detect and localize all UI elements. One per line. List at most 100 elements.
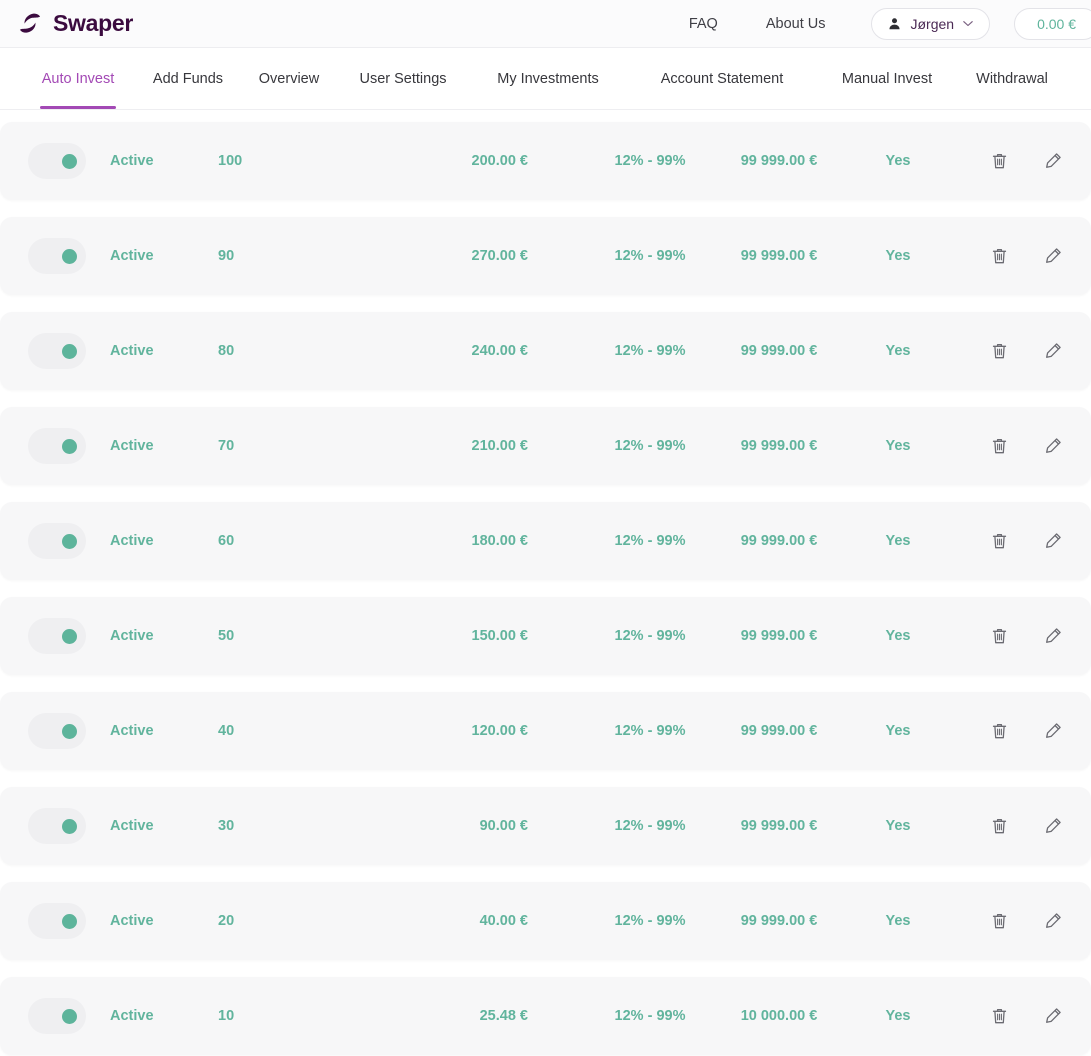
tab-account-statement[interactable]: Account Statement	[638, 48, 806, 109]
pencil-icon[interactable]	[1042, 625, 1064, 647]
portfolio-number: 80	[218, 343, 235, 359]
reinvest-value: Yes	[885, 913, 911, 929]
user-menu-button[interactable]: Jørgen	[871, 7, 991, 40]
trash-icon[interactable]	[988, 625, 1010, 647]
pencil-icon[interactable]	[1042, 815, 1064, 837]
pencil-icon[interactable]	[1042, 150, 1064, 172]
toggle-knob	[62, 1008, 77, 1024]
portfolio-number: 40	[218, 723, 235, 739]
portfolio-number: 30	[218, 818, 235, 834]
portfolio-number: 70	[218, 438, 235, 454]
nav-link-faq[interactable]: FAQ	[665, 16, 742, 32]
tab-label: Add Funds	[152, 70, 224, 87]
pencil-icon[interactable]	[1042, 910, 1064, 932]
invested-amount: 120.00 €	[471, 723, 528, 739]
trash-icon[interactable]	[988, 340, 1010, 362]
reinvest-value: Yes	[885, 723, 911, 739]
invested-amount: 270.00 €	[471, 248, 528, 264]
trash-icon[interactable]	[988, 245, 1010, 267]
active-toggle[interactable]	[28, 428, 86, 464]
invested-amount: 25.48 €	[479, 1008, 528, 1024]
row-toggle-cell	[28, 407, 86, 485]
brand-name: Swaper	[53, 10, 134, 36]
trash-icon[interactable]	[988, 910, 1010, 932]
status-label: Active	[110, 1008, 154, 1024]
invested-amount: 240.00 €	[471, 343, 528, 359]
table-row: Active 90 270.00 € 12% - 99% 99 999.00 € Yes	[0, 217, 1091, 295]
tab-add-funds[interactable]: Add Funds	[136, 48, 240, 109]
reinvest-value: Yes	[885, 533, 911, 549]
table-row: Active 100 200.00 € 12% - 99% 99 999.00 € Yes	[0, 122, 1091, 200]
row-toggle-cell	[28, 977, 86, 1055]
balance-button[interactable]: 0.00 €	[1014, 7, 1091, 40]
active-toggle[interactable]	[28, 998, 86, 1034]
tab-manual-invest[interactable]: Manual Invest	[826, 48, 948, 109]
interest-rate-range: 12% - 99%	[614, 343, 686, 359]
pencil-icon[interactable]	[1042, 720, 1064, 742]
row-actions	[988, 882, 1064, 960]
tab-overview[interactable]: Overview	[248, 48, 330, 109]
active-toggle[interactable]	[28, 903, 86, 939]
portfolio-number: 20	[218, 913, 235, 929]
active-toggle[interactable]	[28, 713, 86, 749]
row-toggle-cell	[28, 312, 86, 390]
trash-icon[interactable]	[988, 720, 1010, 742]
trash-icon[interactable]	[988, 530, 1010, 552]
pencil-icon[interactable]	[1042, 340, 1064, 362]
trash-icon[interactable]	[988, 150, 1010, 172]
row-actions	[988, 692, 1064, 770]
tab-auto-invest[interactable]: Auto Invest	[40, 48, 116, 109]
invested-amount: 40.00 €	[479, 913, 528, 929]
reinvest-value: Yes	[885, 343, 911, 359]
pencil-icon[interactable]	[1042, 435, 1064, 457]
interest-rate-range: 12% - 99%	[614, 818, 686, 834]
active-toggle[interactable]	[28, 618, 86, 654]
active-toggle[interactable]	[28, 143, 86, 179]
reinvest-value: Yes	[885, 1008, 911, 1024]
row-toggle-cell	[28, 787, 86, 865]
max-amount: 10 000.00 €	[740, 1008, 818, 1024]
swaper-logo-icon	[19, 13, 41, 33]
invested-amount: 180.00 €	[471, 533, 528, 549]
max-amount: 99 999.00 €	[740, 913, 818, 929]
trash-icon[interactable]	[988, 1005, 1010, 1027]
max-amount: 99 999.00 €	[740, 153, 818, 169]
tab-withdrawal[interactable]: Withdrawal	[962, 48, 1062, 109]
toggle-knob	[62, 533, 77, 549]
row-toggle-cell	[28, 122, 86, 200]
toggle-knob	[62, 723, 77, 739]
pencil-icon[interactable]	[1042, 1005, 1064, 1027]
active-toggle[interactable]	[28, 238, 86, 274]
row-toggle-cell	[28, 692, 86, 770]
trash-icon[interactable]	[988, 815, 1010, 837]
status-label: Active	[110, 723, 154, 739]
trash-icon[interactable]	[988, 435, 1010, 457]
tab-label: Overview	[258, 70, 320, 87]
top-header: Swaper FAQ About Us Jørgen 0.00 €	[0, 0, 1091, 48]
row-actions	[988, 312, 1064, 390]
interest-rate-range: 12% - 99%	[614, 628, 686, 644]
status-label: Active	[110, 818, 154, 834]
active-toggle[interactable]	[28, 808, 86, 844]
interest-rate-range: 12% - 99%	[614, 248, 686, 264]
toggle-knob	[62, 818, 77, 834]
pencil-icon[interactable]	[1042, 530, 1064, 552]
table-row: Active 30 90.00 € 12% - 99% 99 999.00 € Yes	[0, 787, 1091, 865]
tab-user-settings[interactable]: User Settings	[345, 48, 461, 109]
pencil-icon[interactable]	[1042, 245, 1064, 267]
person-icon	[889, 18, 901, 30]
tab-my-investments[interactable]: My Investments	[482, 48, 614, 109]
row-actions	[988, 122, 1064, 200]
portfolio-number: 10	[218, 1008, 235, 1024]
brand-logo[interactable]: Swaper	[16, 10, 133, 38]
portfolio-number: 90	[218, 248, 235, 264]
active-toggle[interactable]	[28, 523, 86, 559]
portfolio-number: 100	[218, 153, 243, 169]
max-amount: 99 999.00 €	[740, 343, 818, 359]
max-amount: 99 999.00 €	[740, 628, 818, 644]
max-amount: 99 999.00 €	[740, 438, 818, 454]
user-name: Jørgen	[910, 15, 955, 32]
nav-link-about-us[interactable]: About Us	[742, 16, 850, 32]
active-toggle[interactable]	[28, 333, 86, 369]
table-row: Active 80 240.00 € 12% - 99% 99 999.00 € Yes	[0, 312, 1091, 390]
